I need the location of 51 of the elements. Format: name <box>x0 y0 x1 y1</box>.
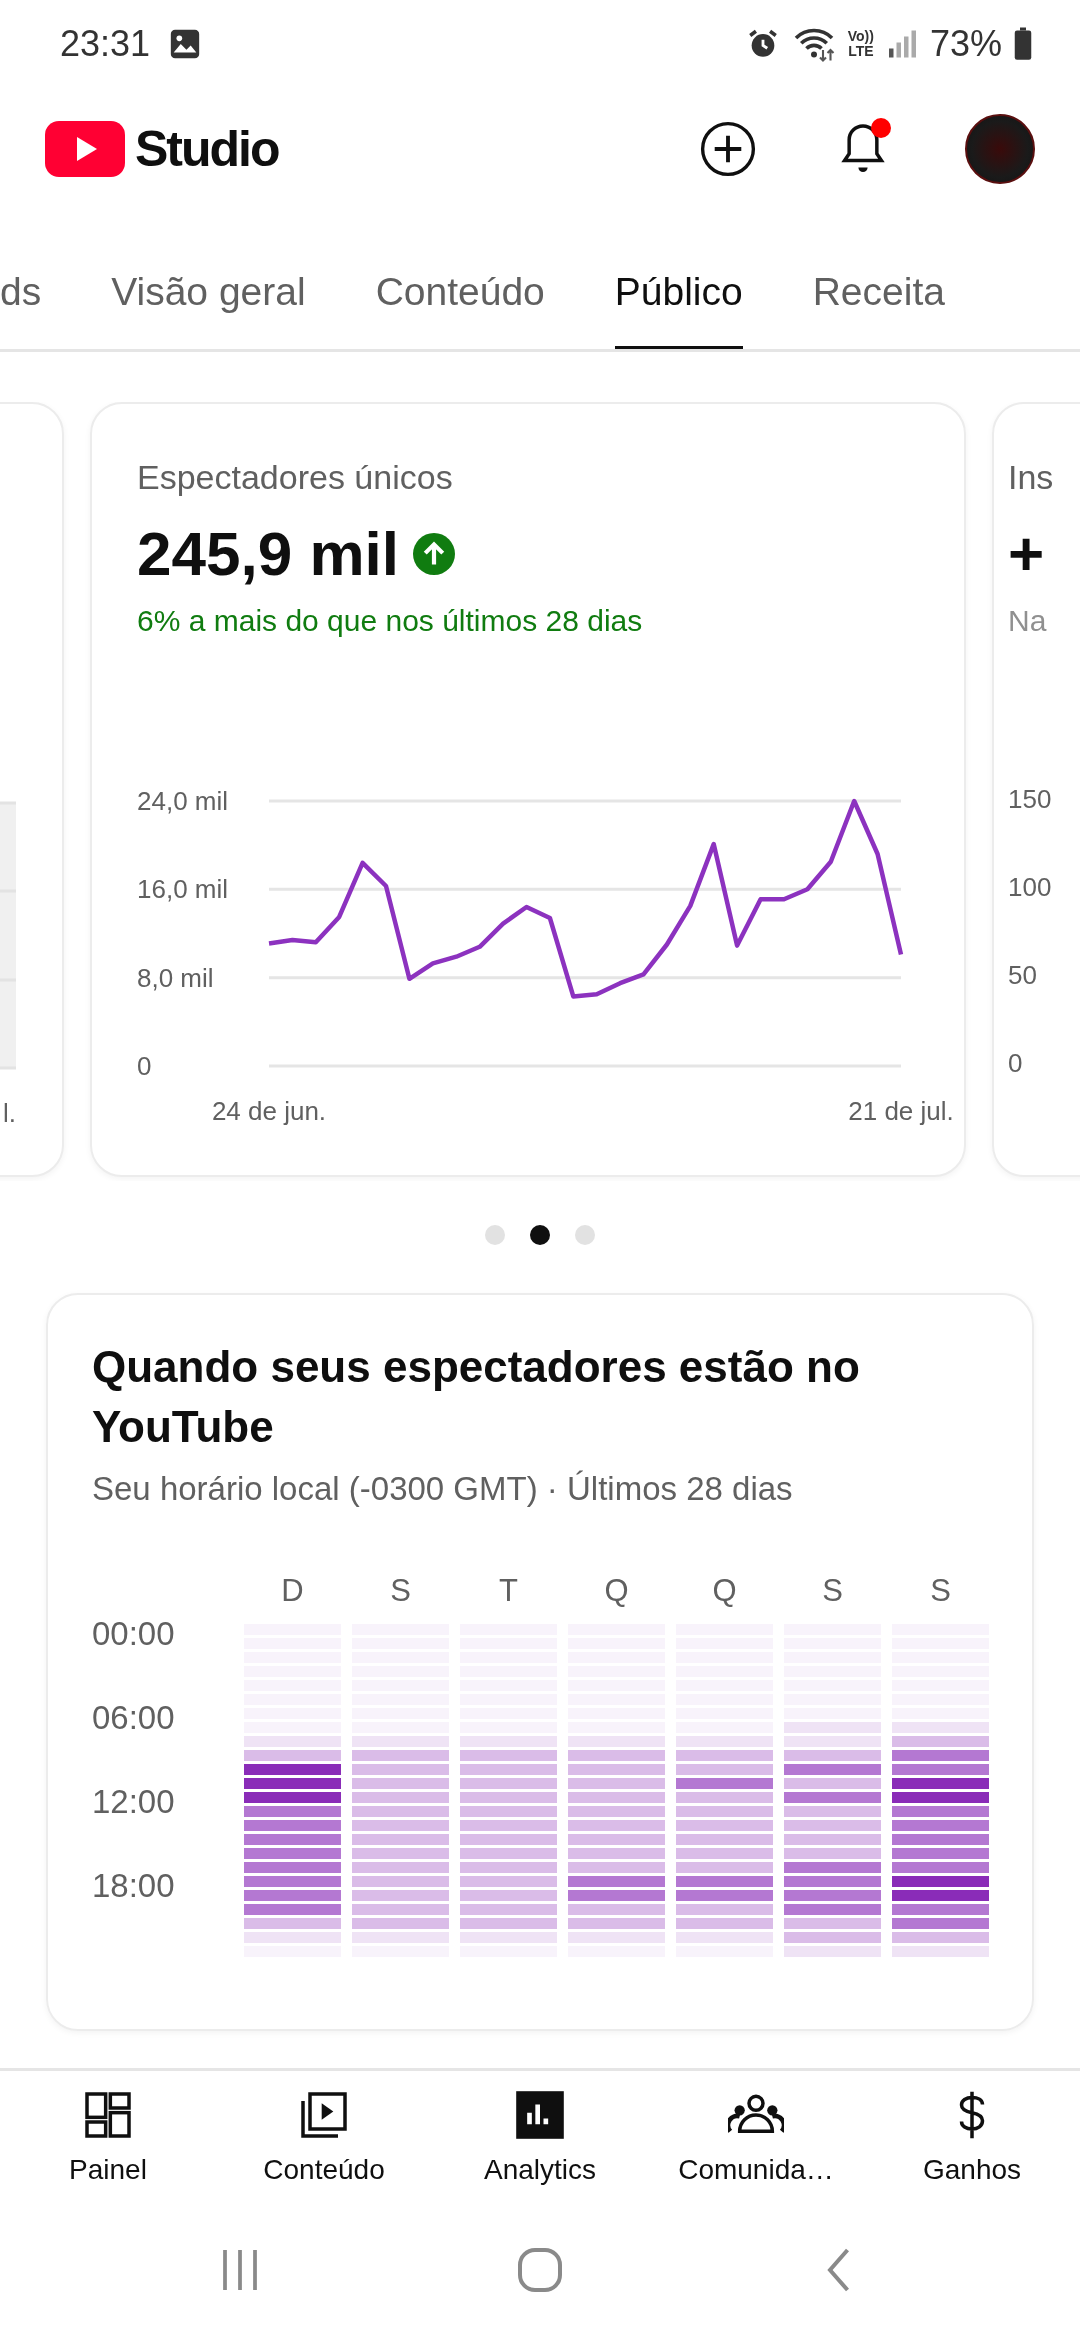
metric-value: 245,9 mil <box>137 518 399 590</box>
nav-tab[interactable]: Conteúdo <box>216 2071 432 2200</box>
card-subtitle: Na <box>1008 603 1048 639</box>
tab[interactable]: Conteúdo <box>375 268 545 349</box>
weekday-label: Q <box>603 1572 630 1610</box>
axis-label: 24 de jun. <box>211 1096 327 1126</box>
play-logo-icon <box>45 121 125 177</box>
metric-value: + <box>1008 518 1045 590</box>
weekday-label: T <box>498 1572 519 1610</box>
axis-label: 100 <box>1008 872 1052 902</box>
tab[interactable]: Público <box>614 268 743 349</box>
clock-time: 23:31 <box>60 23 151 65</box>
app-title: Studio <box>135 120 279 178</box>
axis-label: 8,0 mil <box>137 962 214 993</box>
page-indicator-dot[interactable] <box>485 1225 505 1245</box>
axis-label: 50 <box>1008 960 1037 990</box>
weekday-label: S <box>929 1572 952 1610</box>
tab[interactable]: Receita <box>812 268 945 349</box>
change-text: 6% a mais do que nos últimos 28 dias <box>137 603 644 639</box>
axis-label: 150 <box>1008 784 1052 814</box>
weekday-label: S <box>821 1572 844 1610</box>
hour-label: 18:00 <box>92 1867 176 1905</box>
plus-circle-icon <box>699 120 757 178</box>
nav-tab[interactable]: Comunida… <box>648 2071 864 2200</box>
weekday-label: Q <box>711 1572 738 1610</box>
nav-tab[interactable]: Painel <box>0 2071 216 2200</box>
tab[interactable]: ds <box>0 268 42 349</box>
battery-percentage: 73% <box>929 23 1002 65</box>
nav-tab[interactable]: Ganhos <box>864 2071 1080 2200</box>
axis-label: 0 <box>1008 1048 1023 1078</box>
axis-label: l. <box>3 1098 16 1128</box>
nav-tab[interactable]: Analytics <box>432 2071 648 2200</box>
tab[interactable]: Visão geral <box>111 268 306 349</box>
card-subtitle: Seu horário local (-0300 GMT) · Últimos 28 dias <box>92 1469 794 1509</box>
axis-label: 21 de jul. <box>848 1096 954 1126</box>
battery-icon <box>1014 27 1032 61</box>
hour-label: 06:00 <box>92 1699 176 1737</box>
page-indicator-dot[interactable] <box>575 1225 595 1245</box>
page-indicator-dot[interactable] <box>530 1225 550 1245</box>
card-title: Quando seus espectadores estão no YouTube <box>92 1341 861 1453</box>
axis-label: 0 <box>137 1051 152 1081</box>
weekday-label: S <box>389 1572 412 1610</box>
hour-label: 00:00 <box>92 1615 176 1653</box>
axis-label: 16,0 mil <box>137 874 229 905</box>
weekday-label: D <box>280 1572 305 1610</box>
network-label: Vo)) <box>847 29 874 44</box>
network-label: LTE <box>848 44 874 59</box>
card-title: Espectadores únicos <box>137 457 454 498</box>
hour-label: 12:00 <box>92 1783 176 1821</box>
axis-label: 24,0 mil <box>137 786 229 816</box>
card-title: Ins <box>1008 457 1055 498</box>
